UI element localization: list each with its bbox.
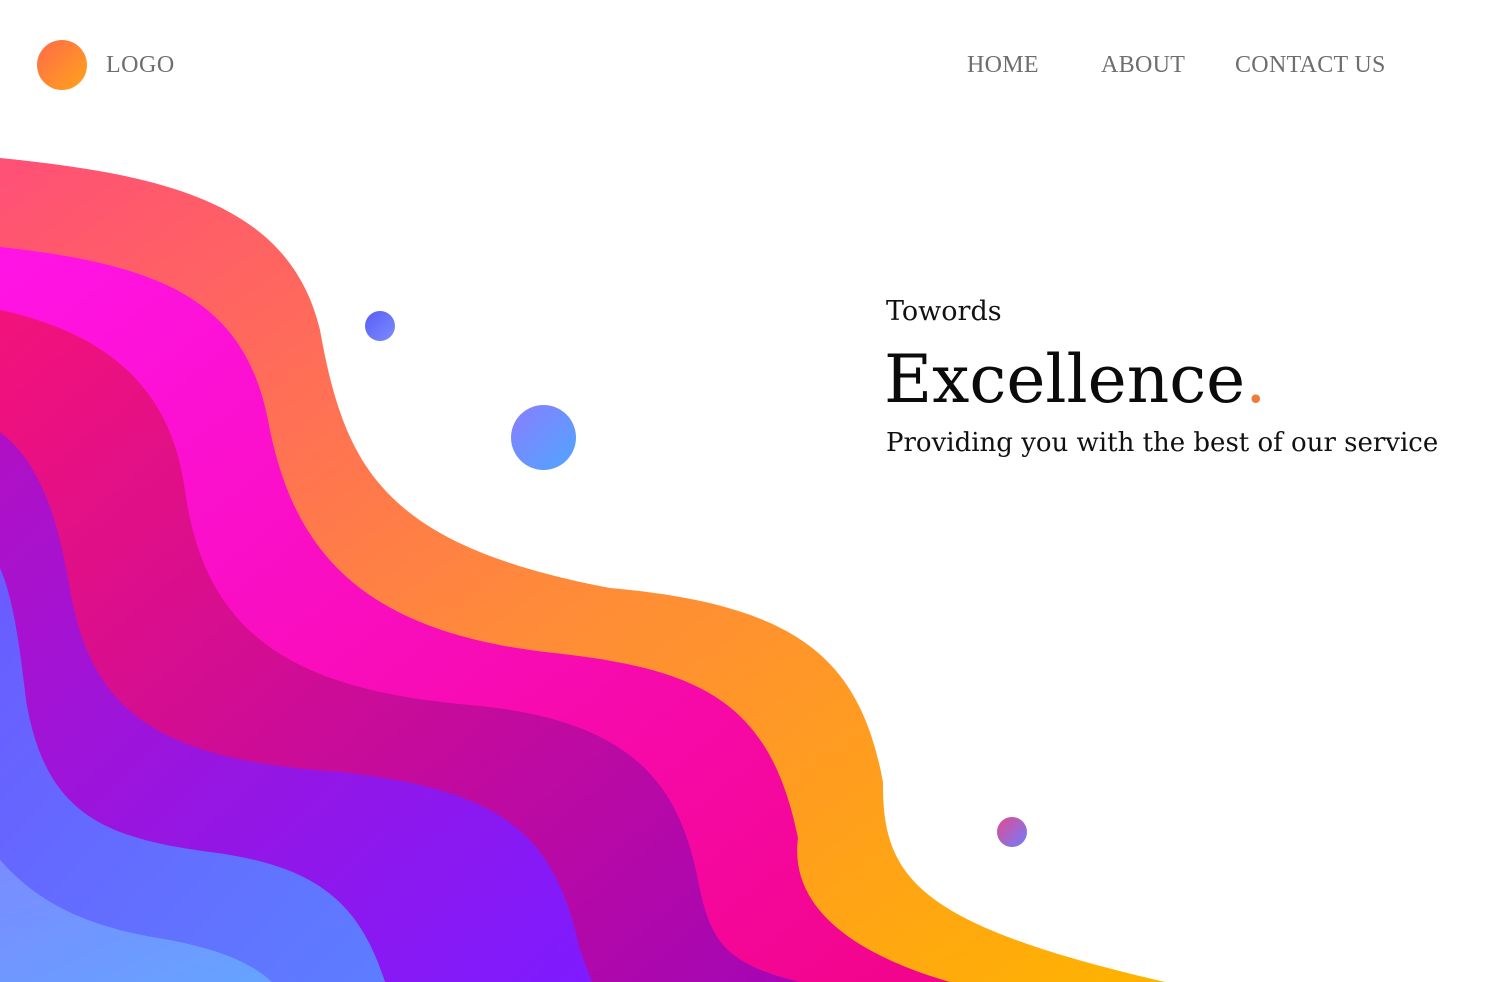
decorative-bubble-small xyxy=(365,311,395,341)
decorative-bubble-large xyxy=(511,405,576,470)
nav-about-link[interactable]: ABOUT xyxy=(1101,52,1185,79)
hero-title: Excellence. xyxy=(884,340,1266,420)
logo-icon[interactable] xyxy=(37,40,87,90)
nav-home-link[interactable]: HOME xyxy=(967,52,1039,79)
logo-text[interactable]: LOGO xyxy=(106,52,175,79)
decorative-bubble-bottom xyxy=(997,817,1027,847)
hero-kicker: Towords xyxy=(886,296,1002,327)
hero-title-text: Excellence xyxy=(884,341,1246,418)
hero-subtitle: Providing you with the best of our servi… xyxy=(886,428,1439,458)
nav-contact-link[interactable]: CONTACT US xyxy=(1235,52,1386,79)
wave-background xyxy=(0,158,1165,982)
landing-page: LOGO HOME ABOUT CONTACT US Towords Excel… xyxy=(0,0,1512,982)
hero-title-accent-dot: . xyxy=(1245,341,1267,418)
